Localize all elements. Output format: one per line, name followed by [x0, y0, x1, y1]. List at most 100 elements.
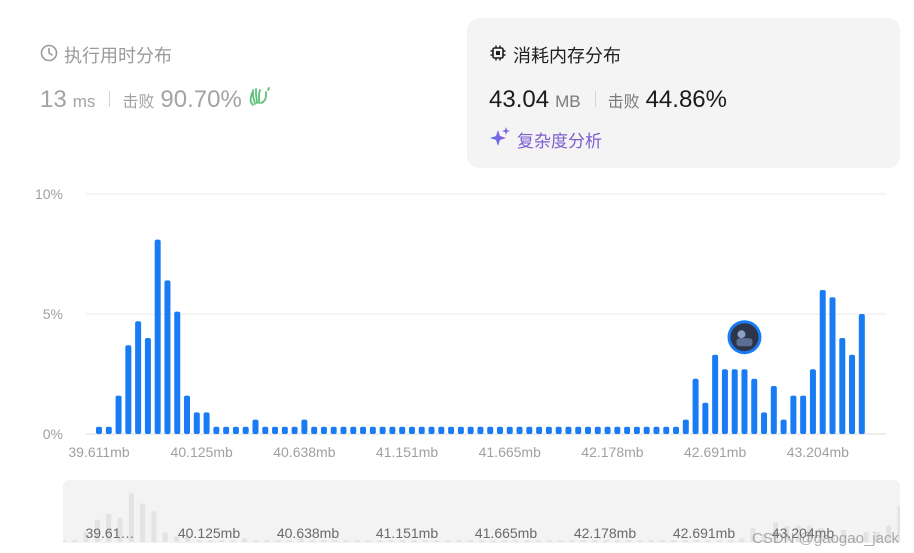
bar[interactable]	[232, 426, 239, 434]
bar[interactable]	[252, 419, 259, 434]
bar[interactable]	[575, 426, 582, 434]
bar[interactable]	[115, 395, 122, 434]
bar[interactable]	[565, 426, 572, 434]
bar[interactable]	[829, 297, 836, 434]
bar[interactable]	[242, 426, 249, 434]
bar[interactable]	[800, 395, 807, 434]
bar[interactable]	[301, 419, 308, 434]
bar[interactable]	[594, 426, 601, 434]
bar[interactable]	[624, 426, 631, 434]
bar[interactable]	[164, 280, 171, 434]
bar[interactable]	[457, 426, 464, 434]
memory-title-text: 消耗内存分布	[513, 46, 621, 66]
runtime-title-text: 执行用时分布	[64, 46, 172, 66]
bar[interactable]	[790, 395, 797, 434]
bar[interactable]	[272, 426, 279, 434]
bar[interactable]	[516, 426, 523, 434]
clock-icon	[40, 44, 58, 67]
bar[interactable]	[330, 426, 337, 434]
bar[interactable]	[350, 426, 357, 434]
x-tick-label: 40.125mb	[171, 444, 233, 460]
bar[interactable]	[761, 412, 768, 434]
runtime-distribution-panel[interactable]: 执行用时分布 13 ms 击败 90.70%	[20, 18, 460, 168]
bar[interactable]	[663, 426, 670, 434]
complexity-analysis-link[interactable]: 复杂度分析	[489, 126, 602, 153]
bar[interactable]	[399, 426, 406, 434]
bar[interactable]	[643, 426, 650, 434]
bar[interactable]	[203, 412, 210, 434]
navigator-bar	[558, 540, 564, 542]
bar[interactable]	[496, 426, 503, 434]
current-result-avatar[interactable]	[727, 320, 762, 355]
bar[interactable]	[369, 426, 376, 434]
bar[interactable]	[418, 426, 425, 434]
bar[interactable]	[223, 426, 230, 434]
bar[interactable]	[721, 369, 728, 434]
bar[interactable]	[751, 378, 758, 434]
bar[interactable]	[849, 354, 856, 434]
bar[interactable]	[673, 426, 680, 434]
bar[interactable]	[780, 419, 787, 434]
navigator-bar	[61, 540, 66, 542]
bar[interactable]	[408, 426, 415, 434]
bar[interactable]	[692, 378, 699, 434]
bar[interactable]	[105, 426, 112, 434]
navigator-bar	[162, 532, 168, 542]
bar[interactable]	[428, 426, 435, 434]
bar[interactable]	[526, 426, 533, 434]
bar[interactable]	[614, 426, 621, 434]
watermark: CSDN @gaogao_jack	[752, 530, 899, 547]
memory-distribution-panel[interactable]: 消耗内存分布 43.04 MB 击败 44.86% 复杂度分析	[467, 18, 900, 168]
bar[interactable]	[311, 426, 318, 434]
bar[interactable]	[262, 426, 269, 434]
bar[interactable]	[809, 369, 816, 434]
bar[interactable]	[125, 345, 132, 434]
bar[interactable]	[545, 426, 552, 434]
bar[interactable]	[536, 426, 543, 434]
bar[interactable]	[320, 426, 327, 434]
bar[interactable]	[770, 386, 777, 434]
bar[interactable]	[682, 419, 689, 434]
bar[interactable]	[340, 426, 347, 434]
bar[interactable]	[174, 311, 181, 434]
bar[interactable]	[731, 369, 738, 434]
bar[interactable]	[438, 426, 445, 434]
bar[interactable]	[604, 426, 611, 434]
bar[interactable]	[379, 426, 386, 434]
bar[interactable]	[858, 314, 865, 434]
bar[interactable]	[281, 426, 288, 434]
navigator-tick-label: 40.125mb	[178, 525, 240, 541]
bar[interactable]	[389, 426, 396, 434]
bar[interactable]	[448, 426, 455, 434]
bar[interactable]	[135, 321, 142, 434]
bar[interactable]	[360, 426, 367, 434]
bar[interactable]	[506, 426, 513, 434]
bar[interactable]	[477, 426, 484, 434]
x-tick-label: 43.204mb	[787, 444, 849, 460]
bar[interactable]	[291, 426, 298, 434]
bar[interactable]	[633, 426, 640, 434]
bar[interactable]	[154, 239, 161, 434]
bar[interactable]	[819, 290, 826, 434]
bar[interactable]	[467, 426, 474, 434]
bar[interactable]	[213, 426, 220, 434]
bar[interactable]	[741, 369, 748, 434]
bar[interactable]	[184, 395, 191, 434]
bar[interactable]	[702, 402, 709, 434]
bar[interactable]	[653, 426, 660, 434]
bar[interactable]	[839, 338, 846, 434]
navigator-bar	[660, 540, 666, 542]
navigator-bar	[241, 538, 247, 542]
x-tick-label: 40.638mb	[273, 444, 335, 460]
navigator-bar	[467, 540, 473, 542]
complexity-analysis-label: 复杂度分析	[517, 132, 602, 151]
bar[interactable]	[144, 338, 151, 434]
bar[interactable]	[193, 412, 200, 434]
bar[interactable]	[585, 426, 591, 434]
bar[interactable]	[487, 426, 494, 434]
bar[interactable]	[712, 354, 719, 434]
bar[interactable]	[555, 426, 562, 434]
bar[interactable]	[96, 426, 102, 434]
x-tick-label: 41.151mb	[376, 444, 438, 460]
memory-distribution-chart[interactable]: 0% 5% 10% 39.611mb 40.125mb 40.638mb 41.151mb…	[0, 170, 914, 470]
